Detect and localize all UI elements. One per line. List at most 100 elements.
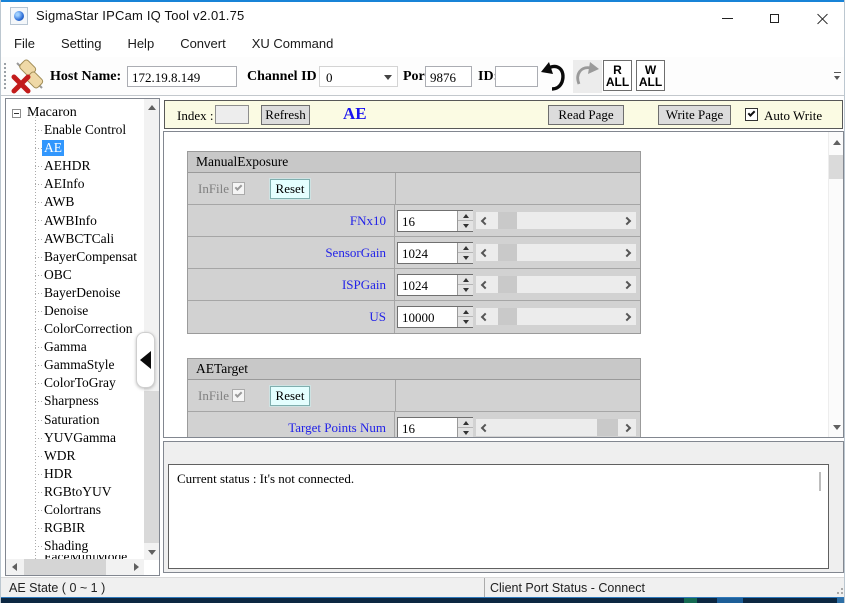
tree-item[interactable]: OBC [6, 266, 144, 284]
tree-item[interactable]: AEInfo [6, 175, 144, 193]
tree-item[interactable]: AE [6, 139, 144, 157]
resize-grip[interactable] [833, 584, 843, 594]
toolbar-overflow-button[interactable] [832, 70, 844, 85]
slider-left-arrow[interactable] [476, 308, 492, 325]
scroll-up-icon[interactable] [144, 99, 159, 115]
content-vertical-scrollbar[interactable] [828, 132, 843, 437]
id-input[interactable] [495, 66, 538, 87]
write-all-button[interactable]: W ALL [636, 60, 665, 91]
slider-right-arrow[interactable] [620, 419, 636, 436]
reset-button[interactable]: Reset [270, 386, 310, 406]
write-page-button[interactable]: Write Page [658, 105, 731, 125]
infile-checkbox[interactable] [232, 182, 245, 195]
tree-horizontal-scrollbar[interactable] [6, 559, 144, 575]
tree-item[interactable]: BayerCompensat [6, 248, 144, 266]
spin-up-button[interactable] [458, 418, 473, 428]
tree-item[interactable]: Gamma [6, 338, 144, 356]
spin-down-button[interactable] [458, 428, 473, 438]
panel-collapse-button[interactable] [136, 332, 155, 388]
title-bar[interactable]: SigmaStar IPCam IQ Tool v2.01.75 [1, 2, 845, 30]
tree-item[interactable]: WDR [6, 447, 144, 465]
slider-thumb[interactable] [498, 212, 517, 229]
tree-item[interactable]: AEHDR [6, 157, 144, 175]
read-all-button[interactable]: R ALL [603, 60, 632, 91]
value-spinbox[interactable]: 16 [397, 210, 473, 232]
minimize-button[interactable] [704, 4, 751, 32]
spin-down-button[interactable] [458, 285, 473, 295]
slider-left-arrow[interactable] [476, 212, 492, 229]
tree-item[interactable]: BayerDenoise [6, 284, 144, 302]
tree-item[interactable]: Colortrans [6, 501, 144, 519]
menu-xu-command[interactable]: XU Command [239, 32, 347, 55]
value-slider[interactable] [476, 212, 636, 229]
port-input[interactable] [425, 66, 472, 87]
value-slider[interactable] [476, 276, 636, 293]
spin-down-button[interactable] [458, 317, 473, 327]
value-spinbox[interactable]: 1024 [397, 242, 473, 264]
tree-root[interactable]: Macaron [12, 104, 77, 122]
tree-item[interactable]: Saturation [6, 411, 144, 429]
undo-button[interactable] [537, 60, 570, 93]
spin-down-button[interactable] [458, 253, 473, 263]
scroll-right-icon[interactable] [128, 559, 144, 575]
infile-checkbox[interactable] [232, 389, 245, 402]
value-spinbox[interactable]: 1024 [397, 274, 473, 296]
spin-down-button[interactable] [458, 221, 473, 231]
tree-vertical-scrollbar[interactable] [144, 99, 159, 560]
channel-id-select[interactable]: 0 [319, 66, 398, 87]
scroll-down-icon[interactable] [144, 544, 159, 560]
content-vscroll-thumb[interactable] [829, 155, 844, 179]
reset-button[interactable]: Reset [270, 179, 310, 199]
scroll-down-icon[interactable] [829, 419, 844, 435]
tree-item[interactable]: AWBInfo [6, 211, 144, 229]
slider-left-arrow[interactable] [476, 244, 492, 261]
tree-item[interactable]: Shading [6, 537, 144, 555]
tree-item[interactable]: Denoise [6, 302, 144, 320]
status-log-box[interactable]: Current status : It's not connected. [168, 464, 829, 569]
log-scroll-up-icon[interactable] [819, 472, 821, 490]
auto-write-checkbox[interactable] [745, 108, 758, 121]
tree-item[interactable]: AWBCTCali [6, 230, 144, 248]
tree-item[interactable]: GammaStyle [6, 356, 144, 374]
menu-convert[interactable]: Convert [167, 32, 239, 55]
tree-hscroll-thumb[interactable] [24, 559, 106, 575]
slider-left-arrow[interactable] [476, 276, 492, 293]
scroll-up-icon[interactable] [829, 134, 844, 150]
disconnect-icon[interactable] [10, 58, 47, 95]
maximize-button[interactable] [751, 4, 798, 32]
tree-item[interactable]: Sharpness [6, 392, 144, 410]
value-slider[interactable] [476, 244, 636, 261]
collapse-minus-icon[interactable] [12, 109, 21, 118]
close-button[interactable] [798, 4, 845, 32]
menu-file[interactable]: File [1, 32, 48, 55]
index-input[interactable] [215, 105, 249, 124]
spin-up-button[interactable] [458, 211, 473, 221]
tree-item[interactable]: YUVGamma [6, 429, 144, 447]
spin-up-button[interactable] [458, 275, 473, 285]
read-page-button[interactable]: Read Page [548, 105, 624, 125]
tree-item[interactable]: Enable Control [6, 121, 144, 139]
slider-left-arrow[interactable] [476, 419, 492, 436]
slider-thumb[interactable] [498, 244, 517, 261]
tree-item[interactable]: RGBtoYUV [6, 483, 144, 501]
tree-item[interactable]: ColorCorrection [6, 320, 144, 338]
slider-right-arrow[interactable] [620, 276, 636, 293]
tree-item[interactable]: ColorToGray [6, 374, 144, 392]
menu-help[interactable]: Help [114, 32, 167, 55]
host-name-input[interactable] [127, 66, 237, 87]
value-slider[interactable] [476, 419, 636, 436]
spin-up-button[interactable] [458, 307, 473, 317]
slider-thumb[interactable] [498, 308, 517, 325]
tree-vscroll-thumb[interactable] [144, 391, 159, 543]
value-spinbox[interactable]: 10000 [397, 306, 473, 328]
tree-item[interactable]: AWB [6, 193, 144, 211]
value-spinbox[interactable]: 16 [397, 417, 473, 438]
spin-up-button[interactable] [458, 243, 473, 253]
redo-button[interactable] [573, 60, 602, 93]
slider-thumb[interactable] [597, 419, 618, 436]
value-slider[interactable] [476, 308, 636, 325]
slider-right-arrow[interactable] [620, 212, 636, 229]
slider-right-arrow[interactable] [620, 244, 636, 261]
slider-thumb[interactable] [498, 276, 517, 293]
refresh-button[interactable]: Refresh [261, 105, 310, 125]
